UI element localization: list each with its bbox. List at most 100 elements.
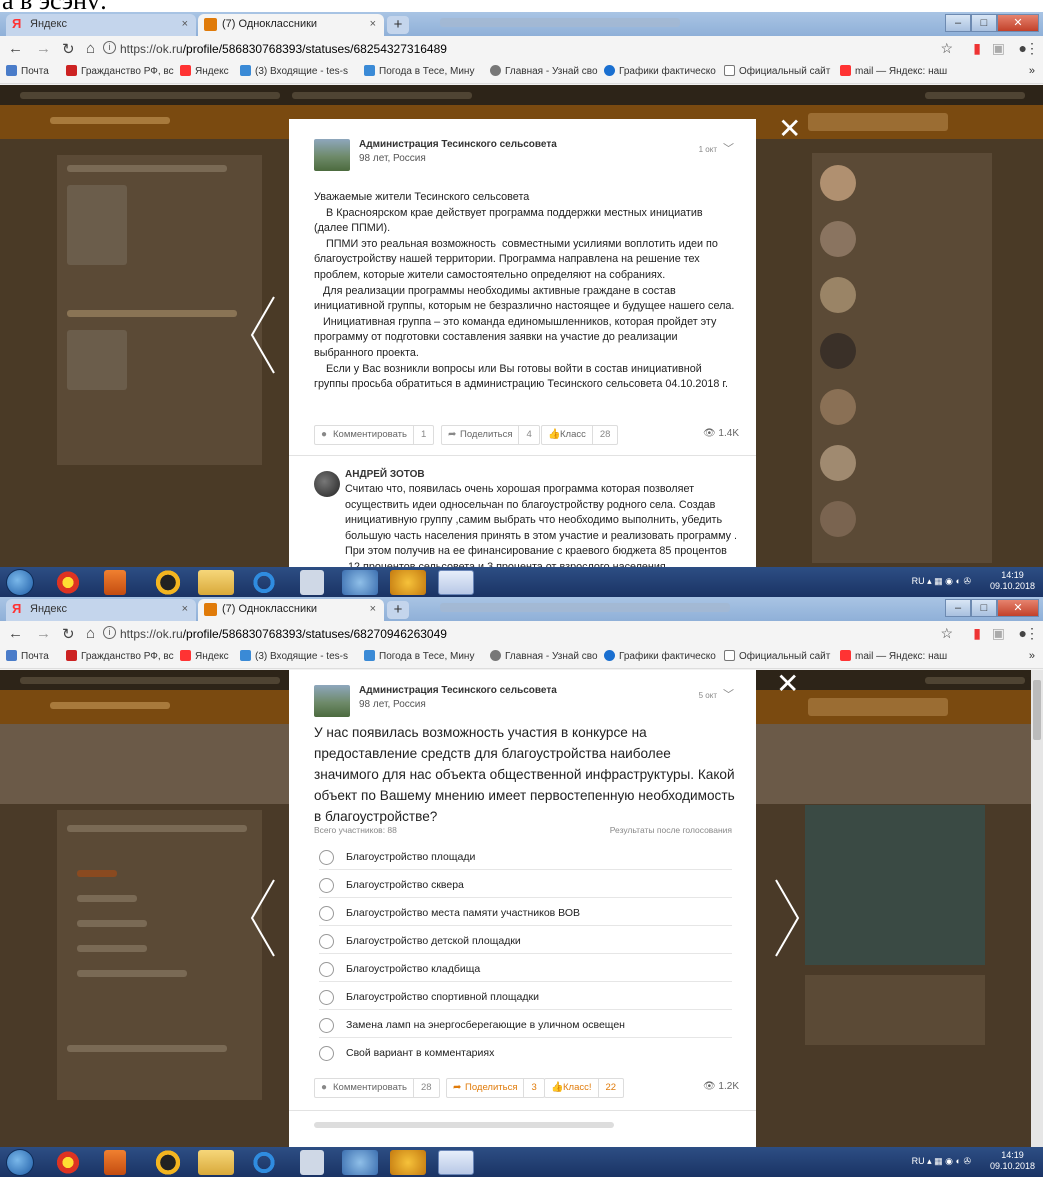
bookmark-item[interactable]: Почта xyxy=(6,65,49,77)
bookmark-item[interactable]: mail — Яндекс: наш xyxy=(840,65,956,77)
group-avatar[interactable] xyxy=(314,139,350,171)
app-taskbar-icon[interactable] xyxy=(150,1150,186,1175)
bookmark-item[interactable]: Графики фактическо xyxy=(604,65,720,77)
maximize-button[interactable]: □ xyxy=(971,599,997,617)
info-icon[interactable]: i xyxy=(103,626,116,639)
word-taskbar-icon[interactable] xyxy=(438,570,474,595)
radio-button[interactable] xyxy=(319,878,334,893)
group-name[interactable]: Администрация Тесинского сельсовета xyxy=(359,685,557,696)
like-button[interactable]: 👍 Класс! 22 xyxy=(544,1078,625,1098)
bookmark-item[interactable]: Яндекс xyxy=(180,650,229,662)
reload-icon[interactable]: ↻ xyxy=(62,625,75,643)
back-icon[interactable]: ← xyxy=(8,40,23,57)
like-button[interactable]: 👍 Класс 28 xyxy=(541,425,619,445)
home-icon[interactable]: ⌂ xyxy=(86,625,95,642)
chevron-down-icon[interactable]: ﹀ xyxy=(723,689,734,701)
share-button[interactable]: ➦ Поделиться 3 xyxy=(446,1078,545,1098)
chrome-taskbar-icon[interactable] xyxy=(50,570,86,595)
extension-icon[interactable]: ▣ xyxy=(992,625,1005,642)
minimize-button[interactable]: – xyxy=(945,599,971,617)
bookmark-item[interactable]: Яндекс xyxy=(180,65,229,77)
tab-yandex[interactable]: Я Яндекс × xyxy=(6,599,196,621)
poll-option[interactable]: Благоустройство места памяти участников … xyxy=(319,902,732,926)
bookmark-item[interactable]: Главная - Узнай сво xyxy=(490,65,598,77)
home-icon[interactable]: ⌂ xyxy=(86,40,95,57)
minimize-button[interactable]: – xyxy=(945,14,971,32)
radio-button[interactable] xyxy=(319,850,334,865)
share-button[interactable]: ➦ Поделиться 4 xyxy=(441,425,540,445)
clock[interactable]: 14:19 09.10.2018 xyxy=(990,1150,1035,1172)
app-taskbar-icon[interactable] xyxy=(150,570,186,595)
poll-option[interactable]: Свой вариант в комментариях xyxy=(319,1042,732,1066)
tab-odnoklassniki[interactable]: (7) Одноклассники × xyxy=(198,14,384,36)
poll-option[interactable]: Благоустройство сквера xyxy=(319,874,732,898)
reload-icon[interactable]: ↻ xyxy=(62,40,75,58)
radio-button[interactable] xyxy=(319,1046,334,1061)
back-icon[interactable]: ← xyxy=(8,625,23,642)
url-field[interactable]: https://ok.ru/profile/586830768393/statu… xyxy=(120,42,447,56)
bookmark-item[interactable]: Главная - Узнай сво xyxy=(490,650,598,662)
bookmark-item[interactable]: (3) Входящие - tes-s xyxy=(240,65,362,77)
game-taskbar-icon[interactable] xyxy=(390,1150,426,1175)
close-window-button[interactable]: ✕ xyxy=(997,14,1039,32)
poll-option[interactable]: Благоустройство кладбища xyxy=(319,958,732,982)
close-window-button[interactable]: ✕ xyxy=(997,599,1039,617)
page-scrollbar[interactable] xyxy=(1031,670,1043,1147)
tab-odnoklassniki[interactable]: (7) Одноклассники × xyxy=(198,599,384,621)
info-icon[interactable]: i xyxy=(103,41,116,54)
calculator-taskbar-icon[interactable] xyxy=(300,570,324,595)
calculator-taskbar-icon[interactable] xyxy=(300,1150,324,1175)
volume-taskbar-icon[interactable] xyxy=(342,1150,378,1175)
prev-post-chevron-icon[interactable] xyxy=(248,878,278,958)
url-field[interactable]: https://ok.ru/profile/586830768393/statu… xyxy=(120,627,447,641)
bookmark-item[interactable]: Погода в Тесе, Мину xyxy=(364,65,484,77)
close-tab-icon[interactable]: × xyxy=(182,18,188,30)
star-icon[interactable]: ☆ xyxy=(940,625,953,642)
radio-button[interactable] xyxy=(319,906,334,921)
chrome-taskbar-icon[interactable] xyxy=(50,1150,86,1175)
volume-taskbar-icon[interactable] xyxy=(342,570,378,595)
bookmark-item[interactable]: Официальный сайт xyxy=(724,650,836,662)
group-name[interactable]: Администрация Тесинского сельсовета xyxy=(359,139,557,150)
star-icon[interactable]: ☆ xyxy=(940,40,953,57)
folder-taskbar-icon[interactable] xyxy=(198,570,234,595)
chevron-down-icon[interactable]: ﹀ xyxy=(723,143,734,155)
comment-button[interactable]: ● Комментировать 28 xyxy=(314,1078,440,1098)
radio-button[interactable] xyxy=(319,934,334,949)
bookmark-item[interactable]: Погода в Тесе, Мину xyxy=(364,650,484,662)
maximize-button[interactable]: □ xyxy=(971,14,997,32)
close-tab-icon[interactable]: × xyxy=(182,603,188,615)
close-modal-icon[interactable]: ✕ xyxy=(776,670,799,698)
poll-option[interactable]: Замена ламп на энергосберегающие в уличн… xyxy=(319,1014,732,1038)
radio-button[interactable] xyxy=(319,990,334,1005)
radio-button[interactable] xyxy=(319,962,334,977)
word-taskbar-icon[interactable] xyxy=(438,1150,474,1175)
bookmark-flag-icon[interactable]: ▮ xyxy=(973,40,981,57)
menu-icon[interactable]: ⋮ xyxy=(1025,625,1039,642)
poll-option[interactable]: Благоустройство детской площадки xyxy=(319,930,732,954)
folder-taskbar-icon[interactable] xyxy=(198,1150,234,1175)
media-taskbar-icon[interactable] xyxy=(104,1150,126,1175)
group-avatar[interactable] xyxy=(314,685,350,717)
close-tab-icon[interactable]: × xyxy=(370,18,376,30)
bookmark-item[interactable]: Гражданство РФ, вс xyxy=(66,65,176,77)
ie-taskbar-icon[interactable] xyxy=(246,570,282,595)
radio-button[interactable] xyxy=(319,1018,334,1033)
start-button[interactable] xyxy=(6,569,34,596)
close-modal-icon[interactable]: ✕ xyxy=(778,115,801,143)
poll-option[interactable]: Благоустройство площади xyxy=(319,846,732,870)
clock[interactable]: 14:19 09.10.2018 xyxy=(990,570,1035,592)
start-button[interactable] xyxy=(6,1149,34,1176)
game-taskbar-icon[interactable] xyxy=(390,570,426,595)
bookmark-item[interactable]: mail — Яндекс: наш xyxy=(840,650,956,662)
commenter-name[interactable]: АНДРЕЙ ЗОТОВ xyxy=(345,469,425,480)
next-post-chevron-icon[interactable] xyxy=(772,878,802,958)
bookmark-item[interactable]: Официальный сайт xyxy=(724,65,836,77)
prev-post-chevron-icon[interactable] xyxy=(248,295,278,375)
bookmark-flag-icon[interactable]: ▮ xyxy=(973,625,981,642)
media-taskbar-icon[interactable] xyxy=(104,570,126,595)
forward-icon[interactable]: → xyxy=(36,625,51,642)
more-bookmarks-icon[interactable]: » xyxy=(1029,65,1035,77)
new-tab-button[interactable]: + xyxy=(387,601,409,619)
bookmark-item[interactable]: Почта xyxy=(6,650,49,662)
